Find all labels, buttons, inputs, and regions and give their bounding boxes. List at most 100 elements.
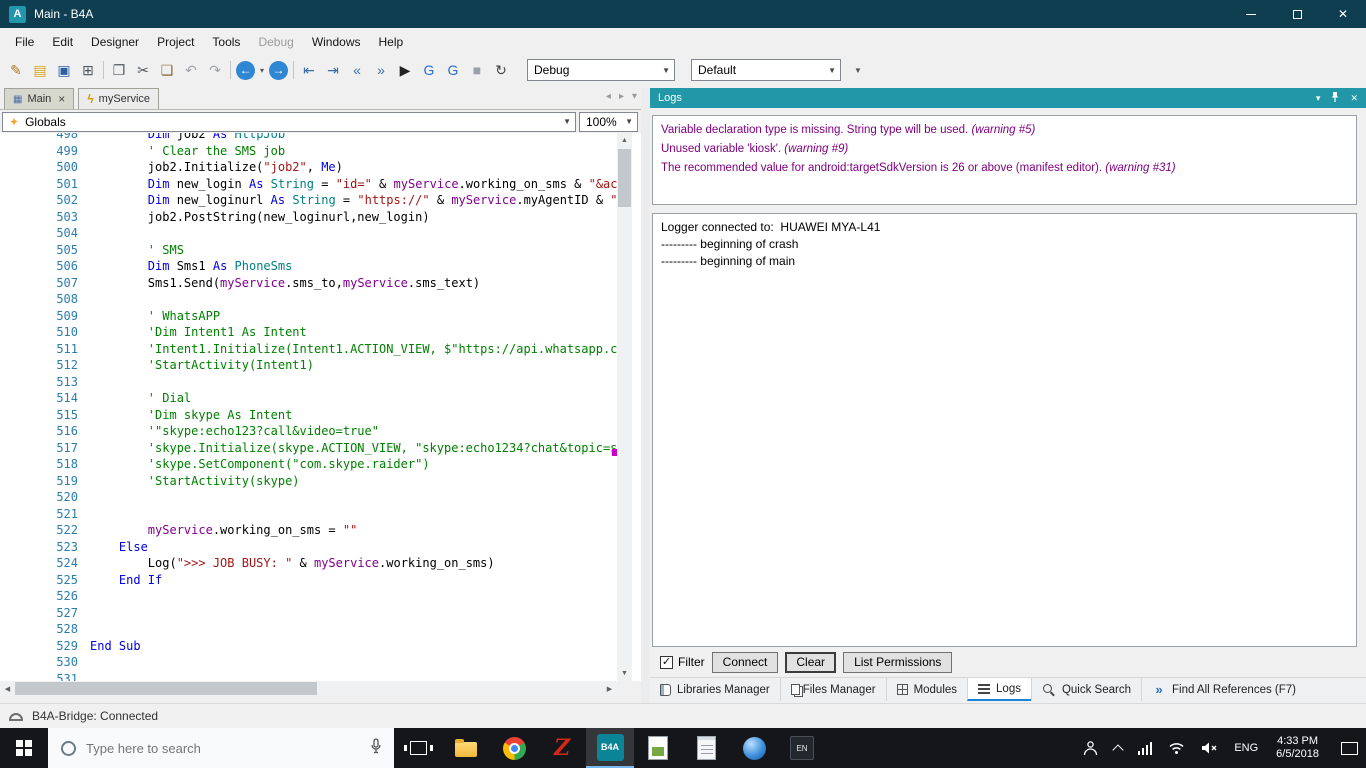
- taskbar-app-blue-app[interactable]: [730, 728, 778, 768]
- code-line[interactable]: 528: [0, 622, 617, 639]
- panel-close-icon[interactable]: ✕: [1350, 93, 1358, 104]
- taskbar-app-file-explorer[interactable]: [442, 728, 490, 768]
- indent-icon[interactable]: ⇥: [321, 58, 345, 82]
- cut-icon[interactable]: ✂: [131, 58, 155, 82]
- comment-icon[interactable]: «: [345, 58, 369, 82]
- uncomment-icon[interactable]: »: [369, 58, 393, 82]
- code-line[interactable]: 516 '"skype:echo123?call&video=true": [0, 424, 617, 441]
- taskbar-app-chrome[interactable]: [490, 728, 538, 768]
- filter-checkbox[interactable]: ✓: [660, 655, 673, 669]
- tray-overflow-icon[interactable]: [1106, 728, 1130, 768]
- cellular-icon[interactable]: [1130, 728, 1161, 768]
- task-view-button[interactable]: [394, 728, 442, 768]
- code-line[interactable]: 504: [0, 226, 617, 243]
- scroll-down-icon[interactable]: ▼: [617, 666, 632, 681]
- copy-icon[interactable]: ❐: [107, 58, 131, 82]
- vertical-scrollbar-thumb[interactable]: [618, 149, 631, 207]
- code-line[interactable]: 505 ' SMS: [0, 243, 617, 260]
- menu-project[interactable]: Project: [148, 28, 203, 56]
- save-icon[interactable]: ▣: [52, 58, 76, 82]
- taskbar-app-en-app[interactable]: EN: [778, 728, 826, 768]
- forward-icon[interactable]: →: [269, 60, 288, 80]
- code-line[interactable]: 517 'skype.Initialize(skype.ACTION_VIEW,…: [0, 441, 617, 458]
- code-line[interactable]: 506 Dim Sms1 As PhoneSms: [0, 259, 617, 276]
- code-line[interactable]: 512 'StartActivity(Intent1): [0, 358, 617, 375]
- tool-tab-quick-search[interactable]: Quick Search: [1030, 678, 1141, 701]
- code-line[interactable]: 524 Log(">>> JOB BUSY: " & myService.wor…: [0, 556, 617, 573]
- code-line[interactable]: 521: [0, 507, 617, 524]
- list-permissions-button[interactable]: List Permissions: [843, 651, 953, 673]
- code-editor[interactable]: 498 Dim job2 As HttpJob 499 ' Clear the S…: [0, 133, 641, 681]
- code-line[interactable]: 519 'StartActivity(skype): [0, 474, 617, 491]
- goto-designer-icon[interactable]: G: [441, 58, 465, 82]
- code-line[interactable]: 529 End Sub: [0, 639, 617, 656]
- code-line[interactable]: 523 Else: [0, 540, 617, 557]
- tab-list-icon[interactable]: ▾: [632, 91, 637, 102]
- clear-button[interactable]: Clear: [785, 651, 837, 673]
- menu-windows[interactable]: Windows: [303, 28, 370, 56]
- horizontal-scrollbar[interactable]: ◀ ▶: [0, 681, 617, 696]
- search-input[interactable]: [86, 740, 364, 756]
- vertical-scrollbar[interactable]: ▲ ▼: [617, 133, 632, 681]
- taskbar-search[interactable]: [48, 728, 394, 768]
- close-button[interactable]: ✕: [1320, 0, 1366, 28]
- toolbar-overflow-button[interactable]: ▼: [847, 59, 869, 81]
- tool-tab-libraries-manager[interactable]: Libraries Manager: [650, 678, 780, 701]
- mic-icon[interactable]: [370, 738, 382, 758]
- run-icon[interactable]: ▶: [393, 58, 417, 82]
- code-line[interactable]: 513: [0, 375, 617, 392]
- tool-tab-files-manager[interactable]: Files Manager: [779, 678, 886, 701]
- back-icon[interactable]: ←: [236, 60, 255, 80]
- taskbar-app-notepad[interactable]: [682, 728, 730, 768]
- minimize-button[interactable]: [1228, 0, 1274, 28]
- volume-muted-icon[interactable]: [1193, 728, 1226, 768]
- maximize-button[interactable]: [1274, 0, 1320, 28]
- code-line[interactable]: 525 End If: [0, 573, 617, 590]
- horizontal-scrollbar-thumb[interactable]: [15, 682, 317, 695]
- menu-file[interactable]: File: [6, 28, 43, 56]
- connect-button[interactable]: Connect: [711, 651, 779, 673]
- redo-icon[interactable]: ↷: [203, 58, 227, 82]
- code-line[interactable]: 531: [0, 672, 617, 682]
- build-config-select[interactable]: Default ▼: [691, 59, 841, 81]
- menu-designer[interactable]: Designer: [82, 28, 148, 56]
- start-button[interactable]: [0, 728, 48, 768]
- code-line[interactable]: 500 job2.Initialize("job2", Me): [0, 160, 617, 177]
- scope-select[interactable]: ✦ Globals ▼: [2, 111, 576, 132]
- tool-tab-modules[interactable]: Modules: [885, 678, 967, 701]
- code-line[interactable]: 514 ' Dial: [0, 391, 617, 408]
- code-line[interactable]: 509 ' WhatsAPP: [0, 309, 617, 326]
- menu-help[interactable]: Help: [370, 28, 413, 56]
- code-line[interactable]: 518 'skype.SetComponent("com.skype.raide…: [0, 457, 617, 474]
- outdent-icon[interactable]: ⇤: [297, 58, 321, 82]
- scroll-left-icon[interactable]: ◀: [0, 681, 15, 696]
- tab-scroll-left-icon[interactable]: ◂: [606, 91, 611, 102]
- people-icon[interactable]: [1075, 728, 1106, 768]
- code-line[interactable]: 530: [0, 655, 617, 672]
- pane-splitter[interactable]: [641, 88, 650, 703]
- code-line[interactable]: 508: [0, 292, 617, 309]
- code-line[interactable]: 502 Dim new_loginurl As String = "https:…: [0, 193, 617, 210]
- clock[interactable]: 4:33 PM 6/5/2018: [1266, 728, 1329, 768]
- taskbar-app-b4a[interactable]: B4A: [586, 728, 634, 768]
- undo-icon[interactable]: ↶: [179, 58, 203, 82]
- scroll-right-icon[interactable]: ▶: [602, 681, 617, 696]
- build-mode-select[interactable]: Debug ▼: [527, 59, 675, 81]
- code-line[interactable]: 507 Sms1.Send(myService.sms_to,myService…: [0, 276, 617, 293]
- tab-myservice[interactable]: ϟ myService: [78, 88, 160, 109]
- code-line[interactable]: 498 Dim job2 As HttpJob: [0, 133, 617, 144]
- goto-sub-icon[interactable]: G: [417, 58, 441, 82]
- code-line[interactable]: 527: [0, 606, 617, 623]
- action-center-button[interactable]: [1329, 728, 1366, 768]
- code-line[interactable]: 501 Dim new_login As String = "id=" & my…: [0, 177, 617, 194]
- wifi-icon[interactable]: [1160, 728, 1193, 768]
- code-line[interactable]: 526: [0, 589, 617, 606]
- tool-tab-find-all-references-f7[interactable]: Find All References (F7): [1141, 678, 1306, 701]
- code-line[interactable]: 510 'Dim Intent1 As Intent: [0, 325, 617, 342]
- menu-tools[interactable]: Tools: [203, 28, 249, 56]
- stop-icon[interactable]: ■: [465, 58, 489, 82]
- code-line[interactable]: 499 ' Clear the SMS job: [0, 144, 617, 161]
- scroll-up-icon[interactable]: ▲: [617, 133, 632, 148]
- taskbar-app-calc-doc[interactable]: [634, 728, 682, 768]
- tab-scroll-right-icon[interactable]: ▸: [619, 91, 624, 102]
